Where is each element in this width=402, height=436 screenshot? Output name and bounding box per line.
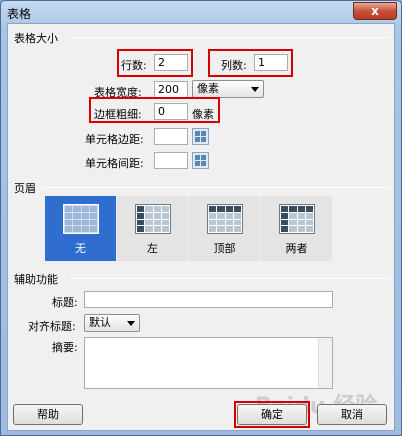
cell-padding-input[interactable] bbox=[154, 128, 188, 145]
highlight-box-cols bbox=[208, 49, 293, 77]
cell-spacing-input[interactable] bbox=[154, 152, 188, 169]
table-icon-top-header bbox=[207, 204, 243, 234]
table-size-section-label: 表格大小 bbox=[14, 32, 58, 45]
width-unit-value: 像素 bbox=[197, 82, 219, 95]
divider bbox=[70, 37, 390, 38]
table-width-input[interactable]: 200 bbox=[154, 81, 188, 98]
width-unit-select[interactable]: 像素 bbox=[192, 80, 264, 98]
dialog-body: 表格大小 行数: 2 列数: 1 表格宽度: 200 像素 边框粗细: 0 像素… bbox=[7, 23, 395, 431]
header-option-none[interactable]: 无 bbox=[45, 196, 116, 261]
highlight-box-border bbox=[89, 97, 220, 123]
table-icon-left-header bbox=[135, 204, 171, 234]
divider bbox=[70, 278, 390, 279]
help-button[interactable]: 帮助 bbox=[13, 404, 83, 425]
close-button[interactable]: x bbox=[353, 2, 397, 20]
align-caption-value: 默认 bbox=[89, 316, 111, 329]
cancel-button[interactable]: 取消 bbox=[317, 404, 387, 425]
header-section-label: 页眉 bbox=[14, 182, 36, 195]
header-option-label: 顶部 bbox=[213, 242, 236, 255]
highlight-box-ok bbox=[234, 401, 310, 428]
cell-spacing-grid-icon[interactable] bbox=[192, 152, 209, 169]
accessibility-section-label: 辅助功能 bbox=[14, 273, 58, 286]
table-dialog: 表格 x 表格大小 行数: 2 列数: 1 表格宽度: 200 像素 边框粗细:… bbox=[0, 0, 402, 436]
align-caption-label: 对齐标题: bbox=[28, 320, 76, 333]
divider bbox=[42, 187, 390, 188]
caption-input[interactable] bbox=[84, 291, 333, 308]
header-option-label: 两者 bbox=[285, 242, 308, 255]
chevron-down-icon bbox=[251, 87, 259, 92]
table-icon-no-header bbox=[63, 204, 99, 234]
summary-textarea[interactable] bbox=[84, 337, 333, 389]
cell-padding-grid-icon[interactable] bbox=[192, 128, 209, 145]
header-option-top[interactable]: 顶部 bbox=[189, 196, 260, 261]
header-option-label: 左 bbox=[147, 242, 158, 255]
caption-label: 标题: bbox=[52, 296, 78, 309]
table-icon-both-headers bbox=[279, 204, 315, 234]
cell-spacing-label: 单元格间距: bbox=[85, 157, 144, 170]
header-option-both[interactable]: 两者 bbox=[261, 196, 332, 261]
title-bar: 表格 x bbox=[1, 1, 401, 23]
header-option-label: 无 bbox=[75, 242, 86, 255]
dialog-title: 表格 bbox=[7, 7, 32, 21]
summary-label: 摘要: bbox=[52, 341, 78, 354]
align-caption-select[interactable]: 默认 bbox=[84, 314, 140, 332]
close-icon: x bbox=[371, 4, 379, 18]
cell-padding-label: 单元格边距: bbox=[85, 133, 144, 146]
chevron-down-icon bbox=[127, 321, 135, 326]
header-option-left[interactable]: 左 bbox=[117, 196, 188, 261]
highlight-box-rows bbox=[117, 49, 193, 77]
summary-scrollbar[interactable] bbox=[318, 338, 332, 388]
